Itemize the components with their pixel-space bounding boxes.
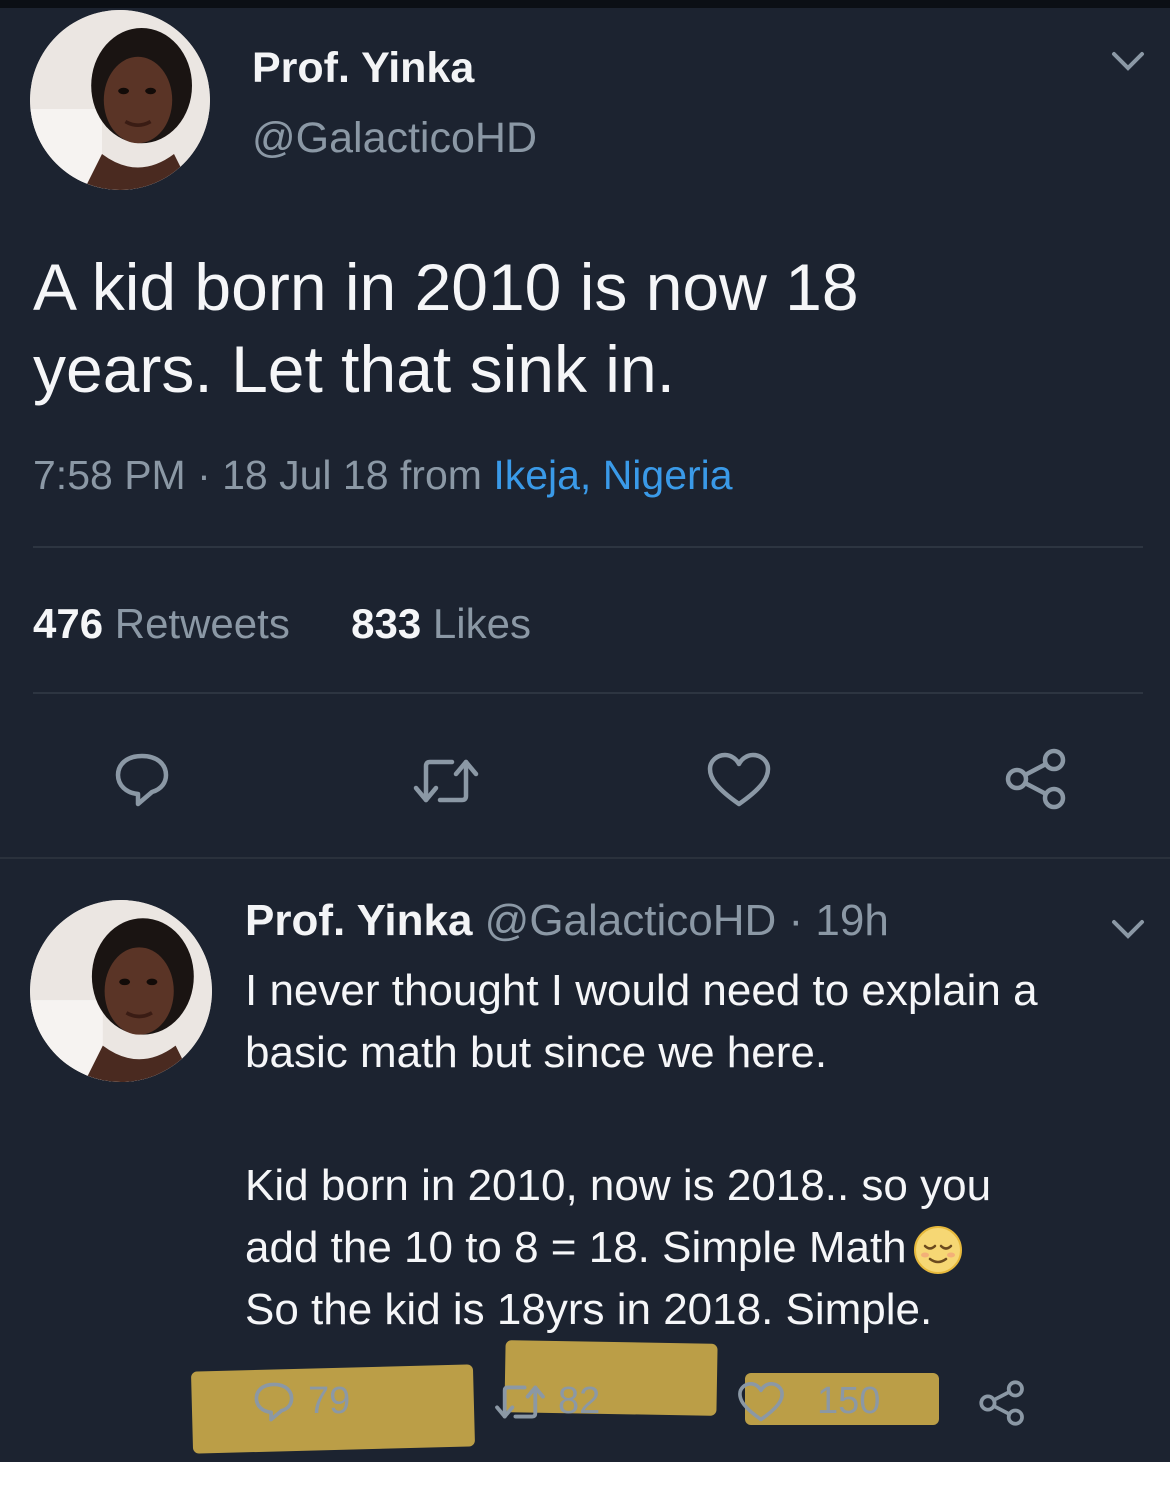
like-count: 150 xyxy=(817,1380,881,1422)
tweet-text-line: years. Let that sink in. xyxy=(33,332,675,406)
reply-icon xyxy=(254,1382,294,1421)
relieved-face-emoji-icon xyxy=(913,1226,962,1275)
reply-author-name[interactable]: Prof. Yinka xyxy=(245,896,472,945)
heart-icon[interactable] xyxy=(706,752,772,808)
chevron-down-icon[interactable] xyxy=(1110,50,1146,74)
author-name[interactable]: Prof. Yinka xyxy=(252,44,474,93)
reply-like-action[interactable]: 150 xyxy=(737,1380,880,1423)
reply-text-line: I never thought I would need to explain … xyxy=(245,966,1038,1015)
retweets-label: Retweets xyxy=(103,600,290,647)
reply-count: 79 xyxy=(308,1380,351,1422)
tweet-text-line: A kid born in 2010 is now 18 xyxy=(33,250,859,324)
retweet-icon[interactable] xyxy=(412,756,480,806)
reply-text-line-with-emoji: add the 10 to 8 = 18. Simple Math xyxy=(245,1217,1145,1279)
retweets-count: 476 xyxy=(33,600,104,647)
timestamp-text: 7:58 PM · 18 Jul 18 from xyxy=(33,452,494,498)
author-handle[interactable]: @GalacticoHD xyxy=(252,114,537,163)
chevron-down-icon[interactable] xyxy=(1110,918,1146,942)
likes-count: 833 xyxy=(351,600,422,647)
reply-text-line: So the kid is 18yrs in 2018. Simple. xyxy=(245,1285,933,1334)
profile-avatar[interactable] xyxy=(30,10,210,190)
reply-text: Kid born in 2010, now is 2018.. so you a… xyxy=(245,1155,1145,1341)
reply-header: Prof. Yinka @GalacticoHD · 19h xyxy=(245,896,889,946)
reply-text: I never thought I would need to explain … xyxy=(245,960,1145,1084)
reply-icon[interactable] xyxy=(112,752,172,808)
reply-handle-time[interactable]: @GalacticoHD · 19h xyxy=(472,896,889,945)
divider xyxy=(33,546,1143,548)
reply-avatar[interactable] xyxy=(30,900,212,1082)
reply-retweet-action[interactable]: 82 xyxy=(494,1380,600,1423)
reply-text-line: basic math but since we here. xyxy=(245,1028,828,1077)
likes-stat[interactable]: 833 Likes xyxy=(351,600,531,647)
reply-text-line: add the 10 to 8 = 18. Simple Math xyxy=(245,1223,907,1272)
likes-label: Likes xyxy=(421,600,531,647)
heart-icon xyxy=(738,1381,784,1421)
top-edge xyxy=(0,0,1170,8)
retweets-stat[interactable]: 476 Retweets xyxy=(33,600,290,647)
share-icon xyxy=(979,1380,1024,1426)
bottom-border xyxy=(0,1462,1170,1490)
tweet-text: A kid born in 2010 is now 18 years. Let … xyxy=(33,246,859,410)
reply-text-line: Kid born in 2010, now is 2018.. so you xyxy=(245,1161,992,1210)
engagement-stats: 476 Retweets 833 Likes xyxy=(33,600,531,648)
share-icon[interactable] xyxy=(1004,748,1068,810)
tweet-screenshot: Prof. Yinka @GalacticoHD A kid born in 2… xyxy=(0,0,1170,1490)
retweet-count: 82 xyxy=(558,1380,601,1422)
reply-reply-action[interactable]: 79 xyxy=(252,1380,350,1423)
reply-share-action[interactable] xyxy=(978,1380,1038,1426)
location-link[interactable]: Ikeja, Nigeria xyxy=(493,452,732,498)
divider xyxy=(33,692,1143,694)
divider xyxy=(0,857,1170,859)
tweet-timestamp: 7:58 PM · 18 Jul 18 from Ikeja, Nigeria xyxy=(33,452,733,499)
retweet-icon xyxy=(495,1385,545,1418)
